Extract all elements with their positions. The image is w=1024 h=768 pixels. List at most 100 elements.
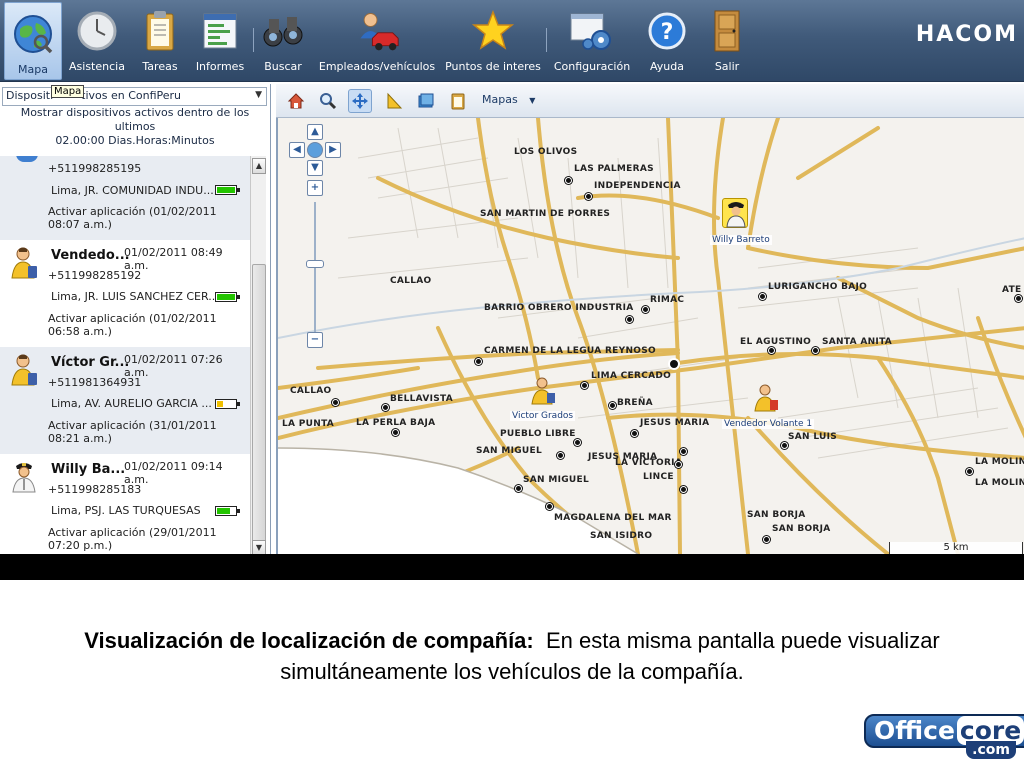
tooltip: Mapa <box>51 85 85 98</box>
place-label: SAN LUIS <box>788 432 838 442</box>
place-label: LAS PALMERAS <box>574 164 654 174</box>
officecore-logo: Office core .com <box>864 712 1024 764</box>
layers-icon[interactable] <box>414 89 438 113</box>
place-label: BREÑA <box>617 398 653 408</box>
maps-menu[interactable]: Mapas ▼ <box>482 93 535 106</box>
battery-icon <box>215 292 240 302</box>
battery-level <box>217 294 235 300</box>
device-timestamp: 01/02/2011 08:49 a.m. <box>124 246 223 272</box>
toolbar-label: Informes <box>195 60 245 73</box>
pan-right-button[interactable]: ▶ <box>325 142 341 158</box>
toolbar-attendance-button[interactable]: Asistencia <box>66 0 128 82</box>
place-dot <box>763 536 770 543</box>
place-label: PUEBLO LIBRE <box>500 429 576 439</box>
place-label: SAN MIGUEL <box>476 446 542 456</box>
toolbar-label: Mapa <box>18 63 48 76</box>
place-dot <box>382 404 389 411</box>
list-scrollbar[interactable]: ▲ ▼ <box>250 156 266 556</box>
list-item[interactable]: +511998285195 Lima, JR. COMUNIDAD INDU..… <box>0 156 250 240</box>
place-label: LIMA CERCADO <box>591 371 672 381</box>
scrollbar-thumb[interactable] <box>252 264 266 544</box>
settings-icon <box>569 8 615 54</box>
map-view[interactable]: ▲ ◀ ▶ ▼ + − LOS OLIVOS LAS PALMERAS INDE… <box>276 118 1024 554</box>
toolbar-employees-button[interactable]: Empleados/vehículos <box>318 0 436 82</box>
home-icon[interactable] <box>284 89 308 113</box>
zoom-out-button[interactable]: − <box>307 332 323 348</box>
place-dot <box>768 347 775 354</box>
vendor-icon <box>10 353 38 387</box>
place-dot <box>1015 295 1022 302</box>
place-dot <box>574 439 581 446</box>
place-label: SAN ISIDRO <box>590 531 653 541</box>
pan-left-button[interactable]: ◀ <box>289 142 305 158</box>
device-activation: Activar aplicación (31/01/2011 08:21 a.m… <box>48 419 217 445</box>
device-select-suffix: tivos en ConfiPeru <box>81 89 182 102</box>
employee-vehicle-icon <box>354 8 400 54</box>
battery-level <box>217 508 230 514</box>
device-address: Lima, AV. AURELIO GARCIA ... <box>51 397 212 410</box>
toolbar-label: Configuración <box>553 60 631 73</box>
zoom-in-button[interactable]: + <box>307 180 323 196</box>
scroll-up-button[interactable]: ▲ <box>252 158 266 174</box>
place-dot <box>631 430 638 437</box>
battery-level <box>217 187 235 193</box>
police-icon[interactable] <box>722 198 748 228</box>
list-item[interactable]: Víctor Gr... 01/02/2011 07:26 a.m. +5119… <box>0 347 250 454</box>
place-label: SAN MARTIN DE PORRES <box>480 209 611 219</box>
device-phone: +511998285183 <box>48 483 142 496</box>
place-label: EL AGUSTINO <box>740 337 812 347</box>
pan-down-button[interactable]: ▼ <box>307 160 323 176</box>
maps-menu-label: Mapas <box>482 93 518 106</box>
logo-domain: .com <box>966 741 1016 759</box>
pan-up-button[interactable]: ▲ <box>307 124 323 140</box>
place-label: CALLAO <box>290 386 332 396</box>
clipboard-icon[interactable] <box>446 89 470 113</box>
toolbar-help-button[interactable]: ? Ayuda <box>644 0 690 82</box>
place-label: SAN MIGUEL <box>523 475 589 485</box>
pan-icon[interactable] <box>348 89 372 113</box>
device-phone: +511981364931 <box>48 376 142 389</box>
toolbar-label: Empleados/vehículos <box>318 60 436 73</box>
place-label: RIMAC <box>650 295 685 305</box>
place-dot <box>392 429 399 436</box>
list-item[interactable]: Vendedo... 01/02/2011 08:49 a.m. +511998… <box>0 240 250 347</box>
place-dot <box>966 468 973 475</box>
device-group-select[interactable]: Dispositi tivos en ConfiPeru ▼ <box>2 87 267 106</box>
toolbar-separator <box>253 28 254 52</box>
toolbar-map-button[interactable]: Mapa <box>4 2 62 80</box>
clock-icon <box>74 8 120 54</box>
toolbar-search-button[interactable]: Buscar <box>260 0 306 82</box>
measure-icon[interactable] <box>382 89 406 113</box>
vendor-icon[interactable] <box>530 376 556 406</box>
place-label: LURIGANCHO BAJO <box>768 282 868 292</box>
device-address: Lima, JR. COMUNIDAD INDU... <box>51 184 214 197</box>
toolbar-label: Asistencia <box>69 60 125 73</box>
logo-office: Office <box>874 716 955 745</box>
place-dot <box>585 193 592 200</box>
zoom-slider-thumb[interactable] <box>306 260 324 268</box>
marker-label: Willy Barreto <box>710 235 772 245</box>
map-toolbar: Mapas ▼ <box>276 84 1024 118</box>
help-icon: ? <box>644 8 690 54</box>
globe-icon[interactable] <box>307 142 323 158</box>
toolbar-separator <box>546 28 547 52</box>
brand-logo: HACOM <box>915 22 1018 47</box>
place-dot <box>332 399 339 406</box>
toolbar-settings-button[interactable]: Configuración <box>551 0 633 82</box>
place-dot <box>642 306 649 313</box>
vendor-icon <box>10 246 38 280</box>
filter-line: 02.00:00 Dias.Horas:Minutos <box>55 134 215 147</box>
vendor-icon[interactable] <box>753 383 779 413</box>
toolbar-exit-button[interactable]: Salir <box>706 0 748 82</box>
zoom-icon[interactable] <box>316 89 340 113</box>
device-address: Lima, JR. LUIS SANCHEZ CER... <box>51 290 219 303</box>
marker-label: Victor Grados <box>510 411 576 421</box>
toolbar-poi-button[interactable]: Puntos de interes <box>443 0 543 82</box>
toolbar-reports-button[interactable]: Informes <box>192 0 248 82</box>
place-dot <box>680 448 687 455</box>
list-item[interactable]: Willy Ba... 01/02/2011 09:14 a.m. +51199… <box>0 454 250 554</box>
toolbar-tasks-button[interactable]: Tareas <box>138 0 182 82</box>
device-address: Lima, PSJ. LAS TURQUESAS <box>51 504 201 517</box>
place-dot <box>475 358 482 365</box>
place-label: INDEPENDENCIA <box>594 181 681 191</box>
